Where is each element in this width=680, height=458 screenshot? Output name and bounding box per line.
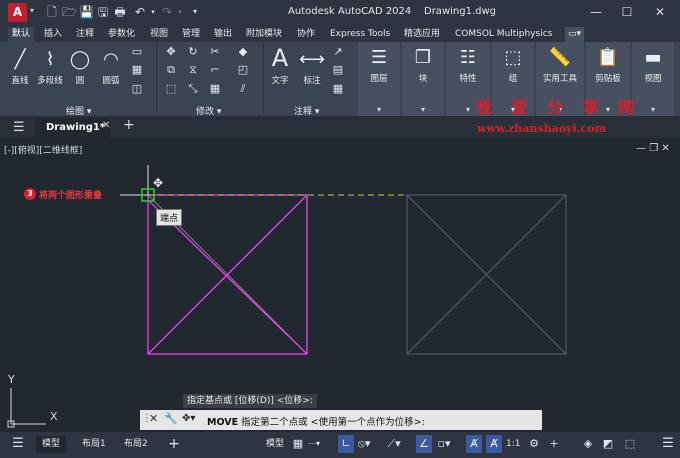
polar-tracking-icon[interactable]: ⦸▾ (356, 435, 372, 453)
ucs-y-label: Y (7, 373, 15, 386)
annotation-scale[interactable]: 1:1 (506, 436, 520, 453)
wrench-icon[interactable]: 🔧 (164, 412, 178, 425)
step-instruction: 将两个图形重叠 (39, 191, 103, 201)
ucs-icon (7, 388, 46, 428)
isometric-icon[interactable]: ⟋▾ (386, 435, 402, 453)
tab-layout1[interactable]: 布局1 (82, 436, 106, 453)
moved-copy-square (406, 194, 567, 355)
close-command-icon[interactable]: ✕ (149, 412, 158, 425)
viewport-controls-label[interactable]: [-][俯视][二维线框] (4, 143, 82, 156)
ortho-icon[interactable]: ∟ (338, 435, 354, 453)
ucs-x-label: X (50, 410, 58, 423)
minimize-icon[interactable]: — (636, 143, 646, 154)
grid-icon[interactable]: ▦ (290, 435, 306, 453)
add-icon[interactable]: + (546, 435, 562, 453)
tab-model[interactable]: 模型 (36, 436, 67, 453)
command-prompt[interactable]: MOVE 指定第二个点或 <使用第一个点作为位移>: (207, 414, 425, 428)
close-icon[interactable]: ✕ (661, 143, 669, 154)
step-number-badge: 3 (24, 188, 36, 200)
model-space-toggle[interactable]: 模型 (266, 436, 284, 453)
viewport-window-controls[interactable]: — ❐ ✕ (636, 143, 670, 154)
isolate-objects-icon[interactable]: ◈ (580, 435, 596, 453)
restore-icon[interactable]: ❐ (649, 143, 658, 154)
workspace-gear-icon[interactable]: ⚙ (526, 435, 542, 453)
command-line[interactable]: ⋮ ✕ 🔧 ✥▾ MOVE 指定第二个点或 <使用第一个点作为位移>: (140, 410, 542, 430)
object-snap-icon[interactable]: ▫▾ (436, 435, 452, 453)
snap-mode-icon[interactable]: ⋯▾ (306, 435, 322, 453)
add-layout-plus-icon[interactable]: + (166, 435, 182, 453)
command-history: 指定基点或 [位移(D)] <位移>: (183, 394, 317, 408)
clean-screen-icon[interactable]: ⬚ (622, 435, 638, 453)
drawing-canvas[interactable]: ✥ Y X (0, 0, 680, 458)
watermark-url: www.zhanshaoyi.com (477, 122, 607, 135)
object-snap-tracking-icon[interactable]: ∠ (416, 435, 432, 453)
move-cursor-icon: ✥ (153, 176, 163, 190)
hamburger-menu-icon[interactable]: ☰ (10, 435, 26, 453)
command-name: MOVE (207, 417, 239, 428)
auto-scale-icon[interactable]: Ⱥ (486, 435, 502, 453)
snap-tooltip: 端点 (156, 209, 183, 226)
annotation-visibility-icon[interactable]: Ⱥ (466, 435, 482, 453)
hardware-acceleration-icon[interactable]: ◩ (600, 435, 616, 453)
move-command-icon: ✥▾ (182, 413, 196, 424)
customize-status-bar-icon[interactable]: ☰ (660, 435, 676, 453)
tab-layout2[interactable]: 布局2 (124, 436, 148, 453)
command-prompt-text: 指定第二个点或 <使用第一个点作为位移>: (241, 417, 425, 428)
watermark-text: 我 爱 分 享 网 (476, 98, 642, 117)
